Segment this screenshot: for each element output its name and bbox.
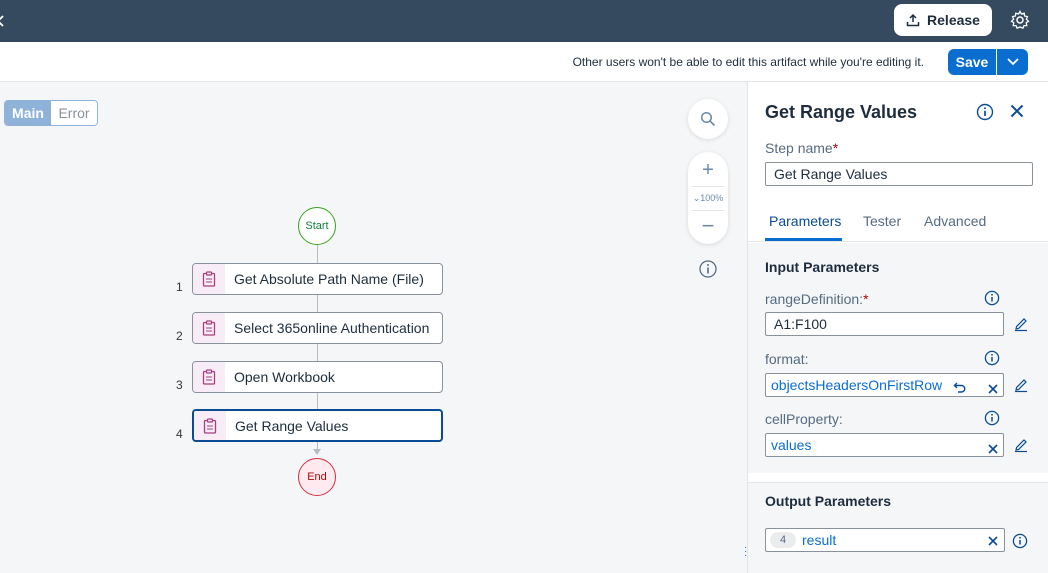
clear-icon[interactable] [987,439,999,454]
info-icon[interactable] [984,410,1000,426]
zoom-divider [692,210,724,211]
param-value-link[interactable]: values [771,434,811,456]
segment-main[interactable]: Main [5,101,51,125]
param-label: cellProperty: [765,411,843,427]
section-separator [748,473,1048,483]
step-label: Get Absolute Path Name (File) [234,271,424,287]
search-icon [700,111,716,127]
clipboard-icon [194,411,226,440]
save-menu-button[interactable] [997,49,1028,75]
param-label: format: [765,351,809,367]
zoom-divider [692,186,724,187]
output-parameters-heading: Output Parameters [765,493,892,509]
step-label: Select 365online Authentication [234,320,430,336]
info-icon[interactable] [1012,533,1028,549]
param-label: rangeDefinition:* [765,291,869,307]
properties-panel: Get Range Values Step name* Parameters T… [747,82,1048,573]
info-icon[interactable] [698,259,718,279]
step-label: Open Workbook [234,369,335,385]
flow-segmented-button: Main Error [4,100,98,126]
active-tab-indicator [765,238,842,241]
upload-icon [906,13,920,27]
zoom-out-button[interactable]: − [688,215,728,237]
undo-icon[interactable] [953,378,967,393]
step-label: Get Range Values [235,417,349,434]
info-icon[interactable] [984,350,1000,366]
zoom-controls: + ⌄100% − [688,152,728,244]
panel-title: Get Range Values [765,102,918,122]
close-icon[interactable] [1008,102,1026,120]
tab-parameters[interactable]: Parameters [769,213,841,229]
editor-toolbar: Other users won't be able to edit this a… [0,42,1048,82]
edit-pen-icon[interactable] [1013,316,1029,332]
step-number: 1 [176,280,183,294]
step-number: 3 [176,378,183,392]
zoom-level-text: 100% [700,193,724,203]
output-result-field[interactable]: 4 result [765,528,1005,552]
panel-tabs: Parameters Tester Advanced [748,200,1048,242]
release-button[interactable]: Release [894,4,992,36]
info-icon[interactable] [984,290,1000,306]
clear-icon[interactable] [987,379,999,394]
release-label: Release [927,12,980,28]
format-input[interactable]: objectsHeadersOnFirstRow [765,373,1004,397]
clear-icon[interactable] [987,534,999,546]
flow-step-open-workbook[interactable]: Open Workbook [192,361,443,393]
step-number: 2 [176,329,183,343]
edit-pen-icon[interactable] [1013,377,1029,393]
param-value: A1:F100 [774,316,827,332]
step-name-label: Step name* [765,140,839,156]
back-chevron-icon[interactable] [0,12,11,30]
output-value[interactable]: result [802,529,836,551]
flow-step-get-range-values[interactable]: Get Range Values [192,409,443,442]
tab-advanced[interactable]: Advanced [924,213,986,229]
flow-step-get-absolute-path[interactable]: Get Absolute Path Name (File) [192,263,443,295]
segment-error[interactable]: Error [51,101,97,125]
step-number: 4 [176,427,183,441]
save-button[interactable]: Save [948,49,996,75]
clipboard-icon [193,362,225,392]
range-definition-input[interactable]: A1:F100 [765,312,1004,336]
flow-arrow-head [313,449,321,455]
tab-tester[interactable]: Tester [863,213,901,229]
step-name-input[interactable] [765,162,1033,186]
clipboard-icon [193,313,225,343]
shell-bar: Release [0,0,1048,42]
chevron-down-icon [1006,58,1019,66]
start-node[interactable]: Start [298,207,336,245]
output-type-badge: 4 [770,532,796,548]
cell-property-input[interactable]: values [765,433,1004,457]
zoom-level-button[interactable]: ⌄100% [688,192,728,204]
zoom-in-button[interactable]: + [688,160,728,180]
clipboard-icon [193,264,225,294]
lock-message: Other users won't be able to edit this a… [572,55,924,69]
edit-pen-icon[interactable] [1013,437,1029,453]
gear-icon[interactable] [1009,9,1031,31]
param-value-link[interactable]: objectsHeadersOnFirstRow [771,374,942,396]
end-node[interactable]: End [298,458,336,496]
flow-step-select-authentication[interactable]: Select 365online Authentication [192,312,443,344]
info-icon[interactable] [976,103,994,121]
input-parameters-heading: Input Parameters [765,259,880,275]
canvas-search-button[interactable] [688,99,728,139]
flow-canvas[interactable]: Main Error + ⌄100% − Start 1 Get Absolut… [0,82,747,573]
